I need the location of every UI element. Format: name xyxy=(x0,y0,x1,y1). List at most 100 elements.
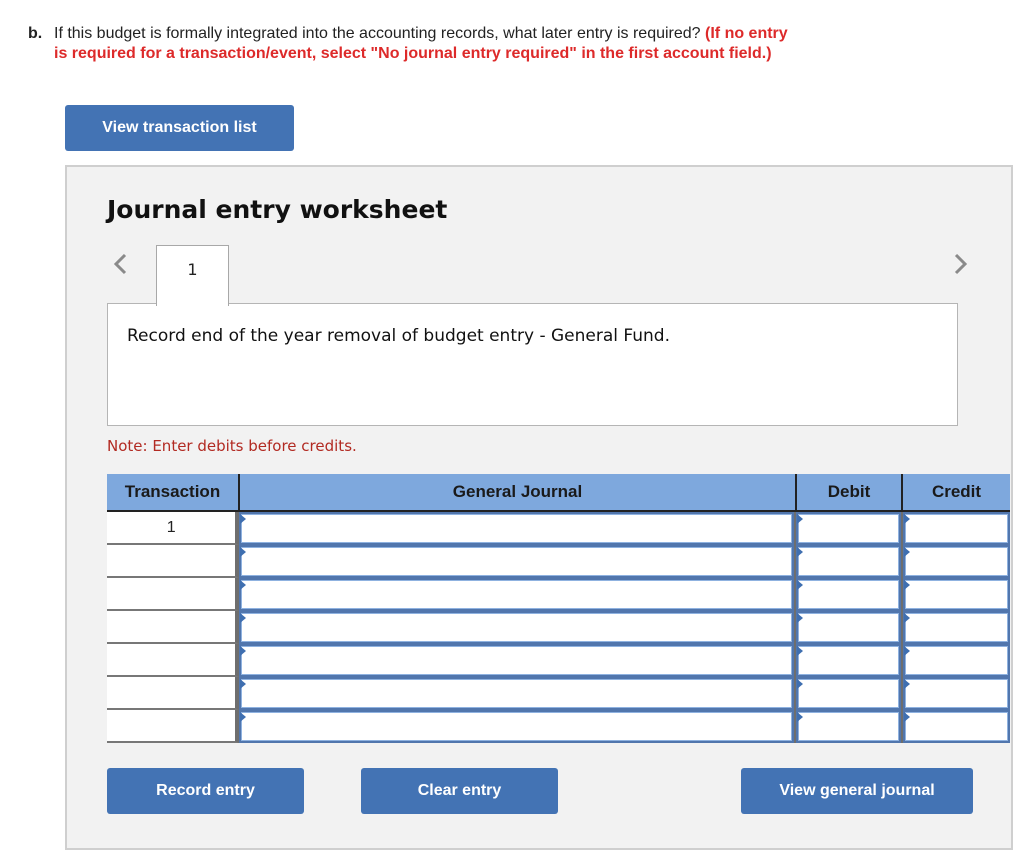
dropdown-flag-icon xyxy=(796,712,803,722)
header-general-journal: General Journal xyxy=(240,474,797,510)
account-input-cell xyxy=(239,644,794,677)
debit-input[interactable] xyxy=(797,613,900,642)
dropdown-flag-icon xyxy=(240,547,247,557)
dropdown-flag-icon xyxy=(904,646,911,656)
table-row xyxy=(107,644,1010,677)
dropdown-flag-icon xyxy=(240,712,247,722)
record-entry-button[interactable]: Record entry xyxy=(107,768,304,814)
dropdown-flag-icon xyxy=(904,712,911,722)
credit-input-cell xyxy=(903,710,1010,743)
table-row xyxy=(107,611,1010,644)
credit-input-cell xyxy=(903,677,1010,710)
view-transaction-list-button[interactable]: View transaction list xyxy=(65,105,294,151)
credit-input[interactable] xyxy=(905,547,1008,576)
credit-input-cell xyxy=(903,644,1010,677)
journal-table: Transaction General Journal Debit Credit… xyxy=(107,474,1010,743)
account-input-cell xyxy=(239,578,794,611)
dropdown-flag-icon xyxy=(904,580,911,590)
dropdown-flag-icon xyxy=(240,646,247,656)
debit-input-cell xyxy=(795,644,902,677)
account-input-cell xyxy=(239,611,794,644)
question-hint-2: is required for a transaction/event, sel… xyxy=(54,45,772,62)
credit-input[interactable] xyxy=(905,679,1008,708)
dropdown-flag-icon xyxy=(904,514,911,524)
dropdown-flag-icon xyxy=(904,547,911,557)
note-text: Note: Enter debits before credits. xyxy=(107,437,357,455)
account-input[interactable] xyxy=(241,580,792,609)
transaction-description: Record end of the year removal of budget… xyxy=(127,326,670,346)
dropdown-flag-icon xyxy=(796,613,803,623)
debit-input-cell xyxy=(795,710,902,743)
debit-input-cell xyxy=(795,512,902,545)
question-prompt: b. If this budget is formally integrated … xyxy=(28,24,928,64)
transaction-number-cell xyxy=(107,644,240,677)
dropdown-flag-icon xyxy=(240,580,247,590)
account-input[interactable] xyxy=(241,514,792,543)
journal-entry-worksheet-panel: Journal entry worksheet 1 Record end of … xyxy=(65,165,1013,850)
header-credit: Credit xyxy=(931,482,982,501)
table-row: 1 xyxy=(107,512,1010,545)
journal-body: 1 xyxy=(107,512,1010,743)
transaction-number-cell xyxy=(107,677,240,710)
transaction-number-cell xyxy=(107,611,240,644)
dropdown-flag-icon xyxy=(796,514,803,524)
chevron-right-icon[interactable] xyxy=(950,251,970,277)
debit-input-cell xyxy=(795,611,902,644)
account-input[interactable] xyxy=(241,712,792,741)
clear-entry-button[interactable]: Clear entry xyxy=(361,768,558,814)
debit-input-cell xyxy=(795,545,902,578)
table-row xyxy=(107,578,1010,611)
transaction-number-cell xyxy=(107,545,240,578)
question-hint-1: (If no entry xyxy=(705,25,788,42)
dropdown-flag-icon xyxy=(240,514,247,524)
debit-input[interactable] xyxy=(797,514,900,543)
transaction-number-cell: 1 xyxy=(107,512,240,545)
account-input[interactable] xyxy=(241,613,792,642)
credit-input[interactable] xyxy=(905,646,1008,675)
credit-input-cell xyxy=(903,512,1010,545)
debit-input[interactable] xyxy=(797,547,900,576)
credit-input[interactable] xyxy=(905,514,1008,543)
credit-input[interactable] xyxy=(905,712,1008,741)
dropdown-flag-icon xyxy=(796,679,803,689)
credit-input[interactable] xyxy=(905,580,1008,609)
debit-input[interactable] xyxy=(797,679,900,708)
question-text: If this budget is formally integrated in… xyxy=(54,25,701,42)
transaction-number-cell xyxy=(107,578,240,611)
dropdown-flag-icon xyxy=(904,679,911,689)
header-transaction: Transaction xyxy=(107,474,240,510)
credit-input-cell xyxy=(903,611,1010,644)
account-input[interactable] xyxy=(241,547,792,576)
transaction-description-box: Record end of the year removal of budget… xyxy=(107,303,958,426)
question-label: b. xyxy=(28,25,43,42)
table-row xyxy=(107,545,1010,578)
tab-1[interactable]: 1 xyxy=(156,245,229,306)
chevron-left-icon[interactable] xyxy=(111,251,131,277)
account-input[interactable] xyxy=(241,646,792,675)
header-debit: Debit xyxy=(797,474,903,510)
debit-input[interactable] xyxy=(797,580,900,609)
debit-input[interactable] xyxy=(797,712,900,741)
dropdown-flag-icon xyxy=(240,613,247,623)
dropdown-flag-icon xyxy=(796,646,803,656)
account-input-cell xyxy=(239,512,794,545)
credit-input[interactable] xyxy=(905,613,1008,642)
table-row xyxy=(107,710,1010,743)
dropdown-flag-icon xyxy=(796,547,803,557)
view-general-journal-button[interactable]: View general journal xyxy=(741,768,973,814)
dropdown-flag-icon xyxy=(240,679,247,689)
journal-header-row: Transaction General Journal Debit Credit xyxy=(107,474,1010,512)
credit-input-cell xyxy=(903,578,1010,611)
credit-input-cell xyxy=(903,545,1010,578)
worksheet-title: Journal entry worksheet xyxy=(107,195,448,224)
dropdown-flag-icon xyxy=(796,580,803,590)
account-input-cell xyxy=(239,710,794,743)
table-row xyxy=(107,677,1010,710)
debit-input[interactable] xyxy=(797,646,900,675)
debit-input-cell xyxy=(795,578,902,611)
transaction-number-cell xyxy=(107,710,240,743)
account-input-cell xyxy=(239,545,794,578)
dropdown-flag-icon xyxy=(904,613,911,623)
account-input[interactable] xyxy=(241,679,792,708)
debit-input-cell xyxy=(795,677,902,710)
